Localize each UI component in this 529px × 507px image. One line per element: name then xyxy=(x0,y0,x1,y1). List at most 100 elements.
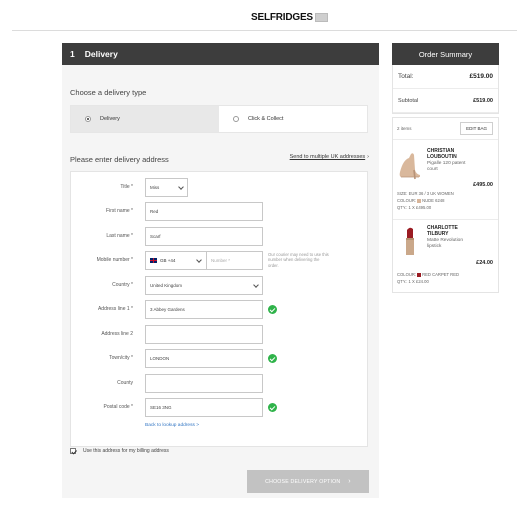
mobile-number-input[interactable]: Number * xyxy=(207,251,263,270)
last-name-value: Scarf xyxy=(150,234,161,239)
subtotal-label: Subtotal xyxy=(398,97,419,104)
postal-label: Postal code * xyxy=(103,404,133,410)
cta-label: CHOOSE DELIVERY OPTION xyxy=(265,478,341,485)
delivery-panel: 1 Delivery Choose a delivery type Delive… xyxy=(62,43,379,498)
address2-label: Address line 2 xyxy=(101,331,133,337)
billing-label: Use this address for my billing address xyxy=(83,448,169,454)
title-value: Miss xyxy=(150,185,160,190)
subtotal-value: £519.00 xyxy=(473,97,493,104)
colour-label: COLOUR: xyxy=(397,197,417,203)
county-input[interactable] xyxy=(145,374,263,393)
country-select[interactable]: United Kingdom xyxy=(145,276,263,295)
postal-value: SE16 3NG xyxy=(150,405,172,410)
item-desc-line2: lipstick xyxy=(427,244,442,249)
bag-item: CHRISTIAN LOUBOUTIN Pigalle 120 patent c… xyxy=(393,140,498,219)
address-heading: Please enter delivery address xyxy=(70,155,169,164)
country-value: United Kingdom xyxy=(150,283,183,288)
multiple-addresses-link[interactable]: Send to multiple UK addresses › xyxy=(290,154,369,160)
radio-selected-icon xyxy=(85,116,91,122)
selfridges-logo[interactable]: SELFRIDGES xyxy=(251,12,328,23)
country-label: Country * xyxy=(112,282,133,288)
item-desc-line2: court xyxy=(427,167,438,172)
total-label: Total: xyxy=(398,73,414,80)
delivery-type-heading: Choose a delivery type xyxy=(70,88,147,97)
address1-label: Address line 1 * xyxy=(97,306,133,312)
country-row: Country * United Kingdom xyxy=(71,276,369,295)
postal-row: Postal code * SE16 3NG xyxy=(71,398,369,417)
first-name-input[interactable]: Red xyxy=(145,202,263,221)
delivery-step-header: 1 Delivery xyxy=(62,43,379,65)
colour-value: NUDE 6248 xyxy=(422,197,445,203)
subtotal-line: Subtotal £519.00 xyxy=(393,89,498,113)
chevron-down-icon xyxy=(196,257,202,263)
order-summary: Order Summary Total: £519.00 Subtotal £5… xyxy=(392,43,499,114)
item-desc-line1: Pigalle 120 patent xyxy=(427,161,466,166)
county-label: County xyxy=(117,380,133,386)
country-code-select[interactable]: GB +44 xyxy=(145,251,207,270)
title-select[interactable]: Miss xyxy=(145,178,188,197)
town-input[interactable]: LONDON xyxy=(145,349,263,368)
chevron-right-icon: › xyxy=(348,478,351,485)
delivery-type-click-collect[interactable]: Click & Collect xyxy=(219,106,367,132)
valid-check-icon xyxy=(268,354,277,363)
items-count: 2 items xyxy=(397,126,412,131)
edit-bag-button[interactable]: EDIT BAG xyxy=(460,122,493,135)
mobile-row: Mobile number * GB +44 Number * Our cour… xyxy=(71,251,369,270)
address1-row: Address line 1 * 3 Abbey Gardens xyxy=(71,300,369,319)
bag-items: 2 items EDIT BAG CHRISTIAN LOUBOUTIN Pig… xyxy=(392,117,499,293)
item-qty: QTY.: 1 X £495.00 xyxy=(397,204,432,210)
checkbox-checked-icon[interactable] xyxy=(70,448,76,454)
bag-item: CHARLOTTE TILBURY Matte Revolution lipst… xyxy=(393,220,498,292)
colour-label: COLOUR: xyxy=(397,272,417,277)
lipstick-image xyxy=(406,227,414,255)
total-line: Total: £519.00 xyxy=(393,65,498,89)
address1-value: 3 Abbey Gardens xyxy=(150,307,185,312)
shoe-image xyxy=(399,153,420,180)
mobile-placeholder: Number * xyxy=(211,258,231,263)
county-row: County xyxy=(71,374,369,393)
billing-checkbox-row[interactable]: Use this address for my billing address xyxy=(70,448,169,454)
delivery-type-label: Delivery xyxy=(100,116,120,122)
first-name-row: First name * Red xyxy=(71,202,369,221)
town-label: Town/city * xyxy=(109,355,133,361)
back-to-lookup-link[interactable]: Back to lookup address > xyxy=(145,423,199,428)
address2-row: Address line 2 xyxy=(71,325,369,344)
colour-swatch xyxy=(417,198,422,203)
address1-input[interactable]: 3 Abbey Gardens xyxy=(145,300,263,319)
click-collect-label: Click & Collect xyxy=(248,116,284,122)
postal-input[interactable]: SE16 3NG xyxy=(145,398,263,417)
logo-text: SELFRIDGES xyxy=(251,12,313,23)
total-value: £519.00 xyxy=(469,73,494,80)
colour-value: RED CARPET RED xyxy=(422,272,460,277)
choose-delivery-option-button[interactable]: CHOOSE DELIVERY OPTION › xyxy=(247,470,369,493)
item-price: £495.00 xyxy=(473,182,493,188)
address2-input[interactable] xyxy=(145,325,263,344)
last-name-row: Last name * Scarf xyxy=(71,227,369,246)
delivery-type-delivery[interactable]: Delivery xyxy=(71,106,219,132)
delivery-type-selector: Delivery Click & Collect xyxy=(70,105,368,133)
last-name-input[interactable]: Scarf xyxy=(145,227,263,246)
town-value: LONDON xyxy=(150,356,170,361)
item-colour: COLOUR: NUDE 6248 xyxy=(397,198,454,205)
chevron-right-icon: › xyxy=(367,154,369,160)
valid-check-icon xyxy=(268,403,277,412)
title-row: Title * Miss xyxy=(71,178,369,197)
chevron-down-icon xyxy=(253,282,259,288)
item-brand-line2: TILBURY xyxy=(427,231,449,237)
mobile-note: Our courier may need to use this number … xyxy=(268,252,329,268)
item-price: £24.00 xyxy=(476,260,493,266)
address-form: Title * Miss First name * Red Last name … xyxy=(70,171,368,447)
item-desc-line1: Matte Revolution xyxy=(427,238,463,243)
item-brand-line2: LOUBOUTIN xyxy=(427,154,457,160)
logo-mark-icon xyxy=(314,13,328,22)
site-header: SELFRIDGES xyxy=(0,0,529,31)
item-meta: COLOUR: RED CARPET RED QTY.: 1 X £24.00 xyxy=(397,272,459,286)
town-row: Town/city * LONDON xyxy=(71,349,369,368)
items-header: 2 items EDIT BAG xyxy=(393,118,498,140)
title-label: Title * xyxy=(120,184,133,190)
summary-title: Order Summary xyxy=(418,49,473,59)
item-size: SIZE: EUR 36 / 3 UK WOMEN xyxy=(397,191,454,196)
step-number: 1 xyxy=(70,49,75,59)
chevron-down-icon xyxy=(178,184,184,190)
item-qty: QTY.: 1 X £24.00 xyxy=(397,278,429,284)
